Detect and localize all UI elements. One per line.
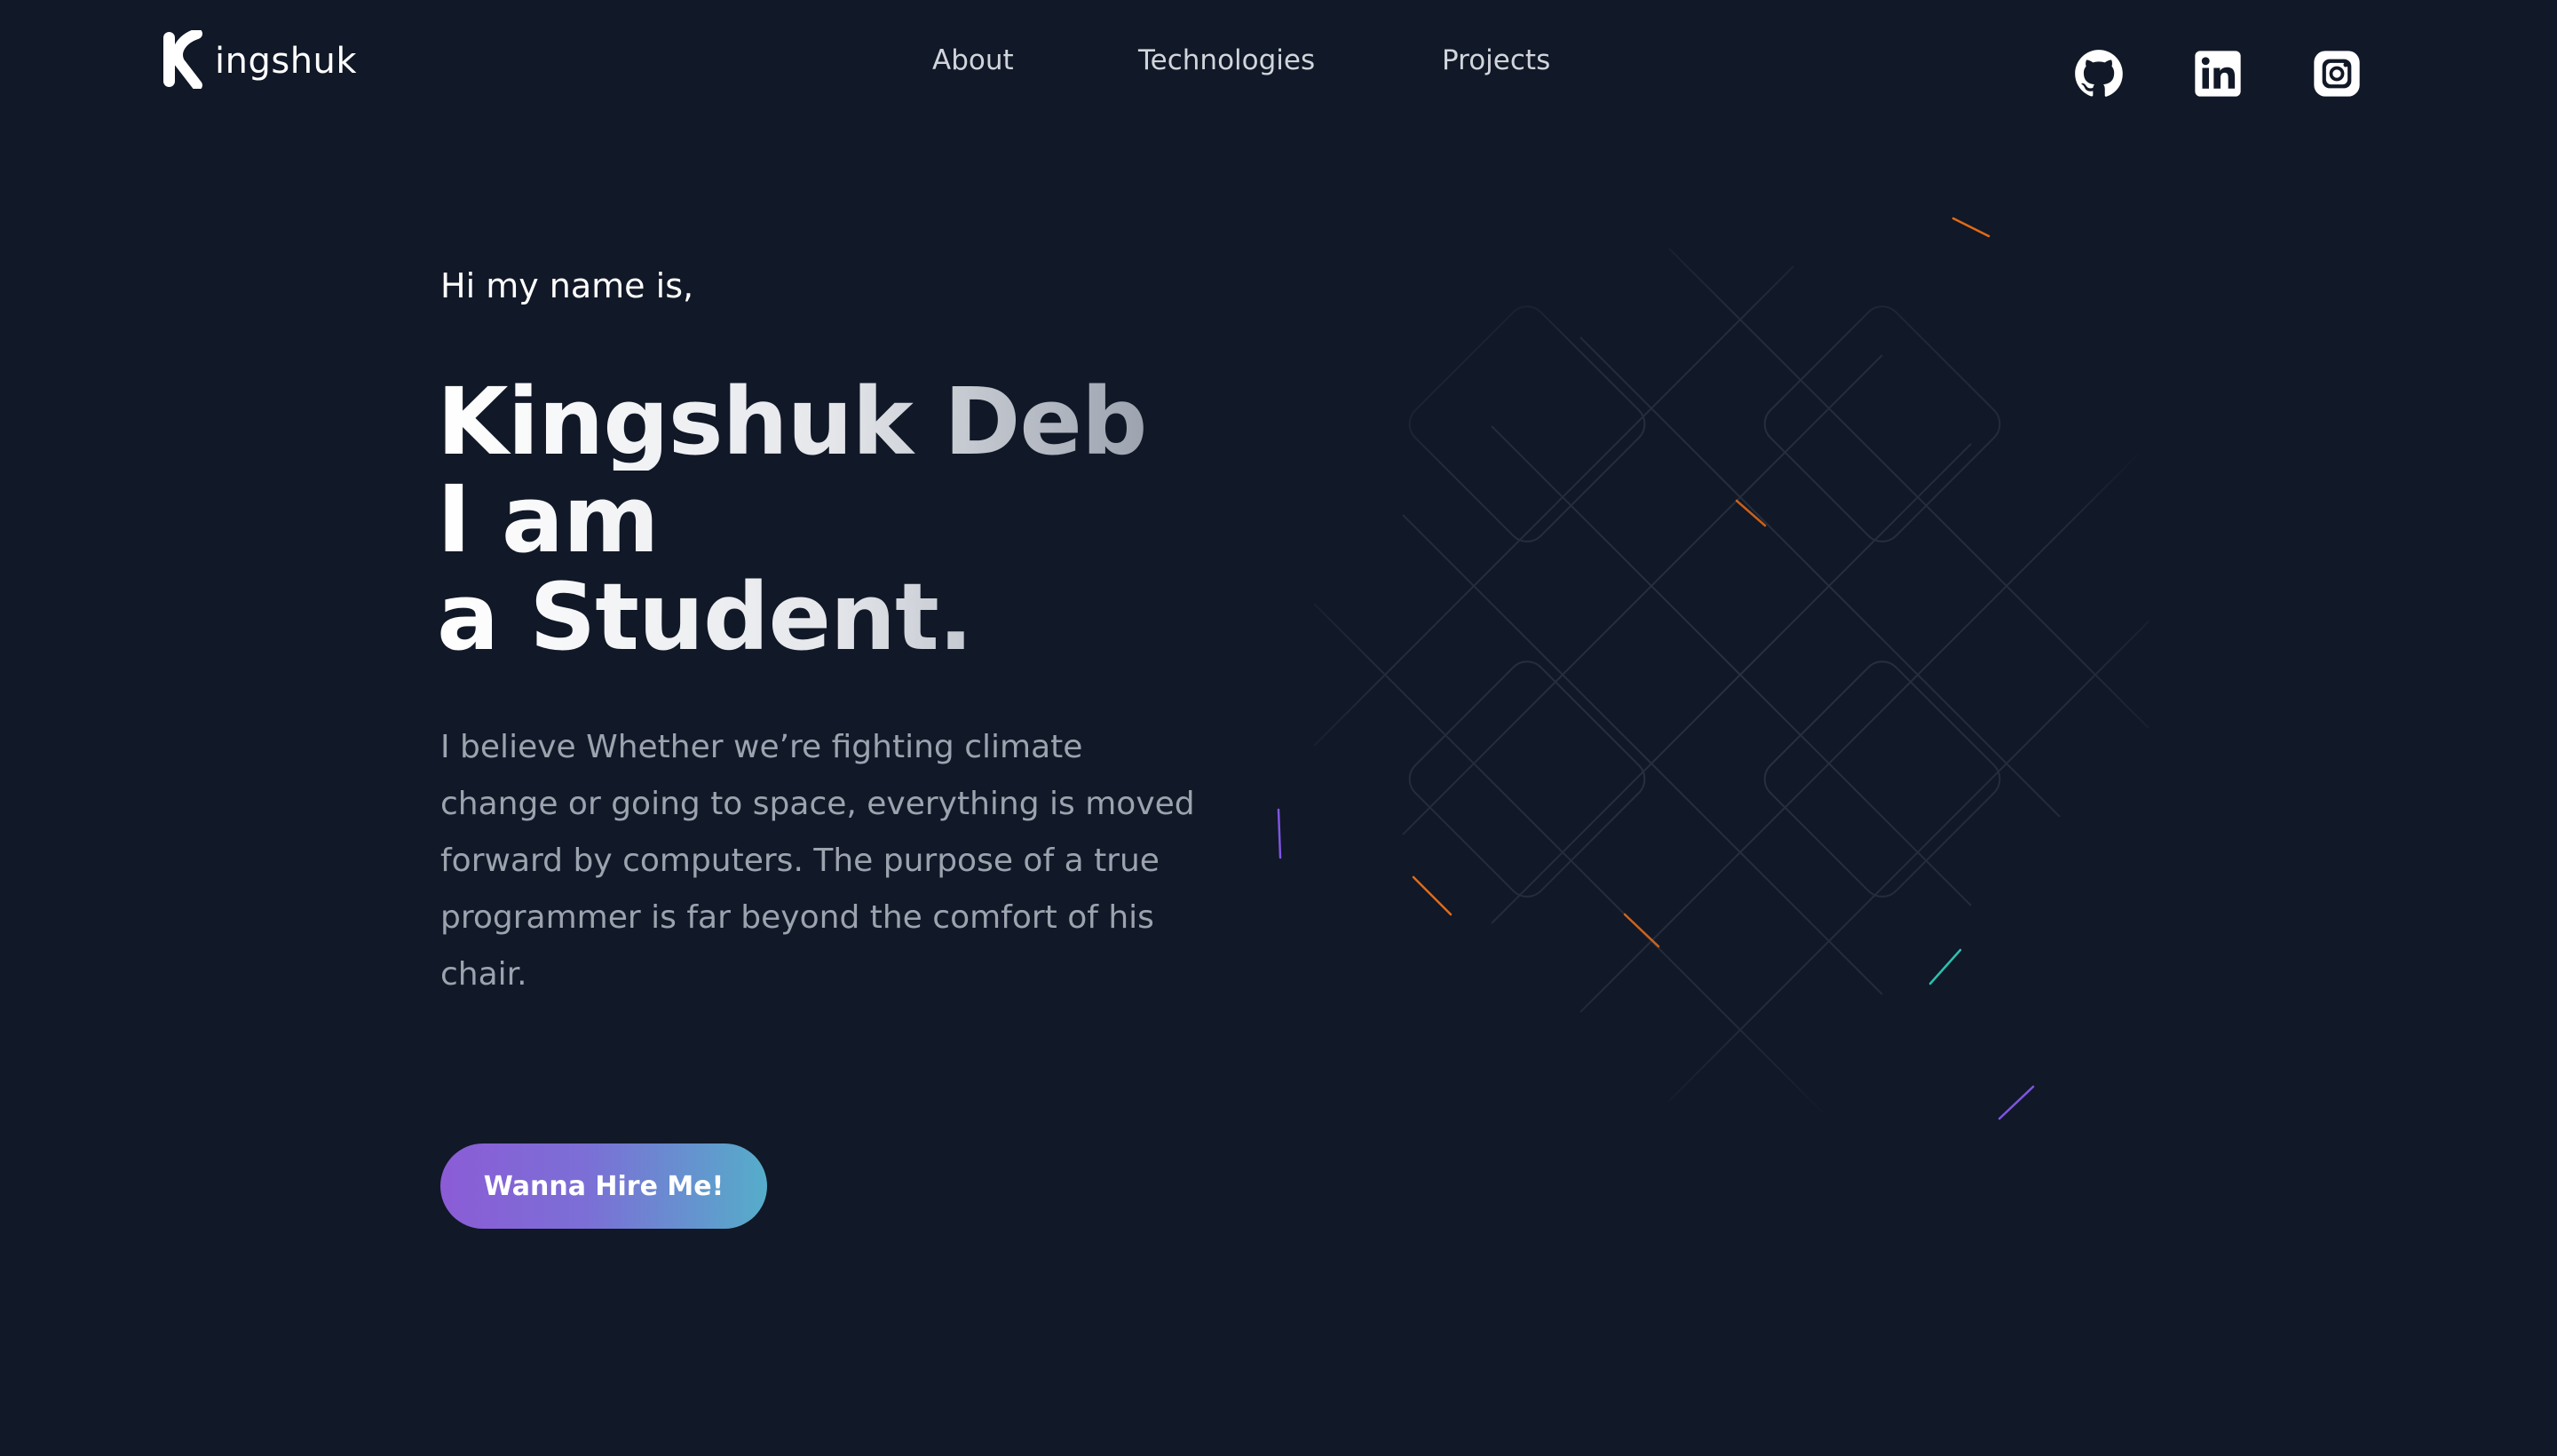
hero-headline: Kingshuk Deb I am a Student. — [437, 368, 1147, 666]
hero-role: a Student. — [437, 568, 1146, 666]
social-links — [2074, 49, 2367, 99]
github-link[interactable] — [2074, 49, 2124, 99]
hero-line-2: I am — [437, 471, 1146, 568]
nav-link-about[interactable]: About — [932, 39, 1014, 82]
hire-me-button[interactable]: Wanna Hire Me! — [440, 1143, 767, 1229]
hero-name: Kingshuk Deb — [437, 368, 1147, 476]
logo-text: ingshuk — [215, 41, 358, 82]
grid-lines — [1313, 248, 2149, 1136]
instagram-icon — [2314, 51, 2360, 97]
greeting-text: Hi my name is, — [440, 266, 694, 305]
github-icon — [2075, 50, 2123, 97]
instagram-link[interactable] — [2312, 49, 2362, 99]
intro-paragraph: I believe Whether we’re fighting climate… — [440, 729, 1195, 993]
nav-link-projects[interactable]: Projects — [1442, 39, 1550, 82]
page: ingshuk About Technologies Projects Hi m… — [0, 0, 2557, 1456]
linkedin-link[interactable] — [2193, 49, 2243, 99]
decorative-grid-illustration — [1277, 217, 2149, 1136]
logo-k-icon — [163, 30, 202, 89]
logo-link[interactable]: ingshuk — [162, 30, 357, 89]
nav-link-technologies[interactable]: Technologies — [1138, 39, 1315, 82]
linkedin-icon — [2195, 51, 2241, 97]
